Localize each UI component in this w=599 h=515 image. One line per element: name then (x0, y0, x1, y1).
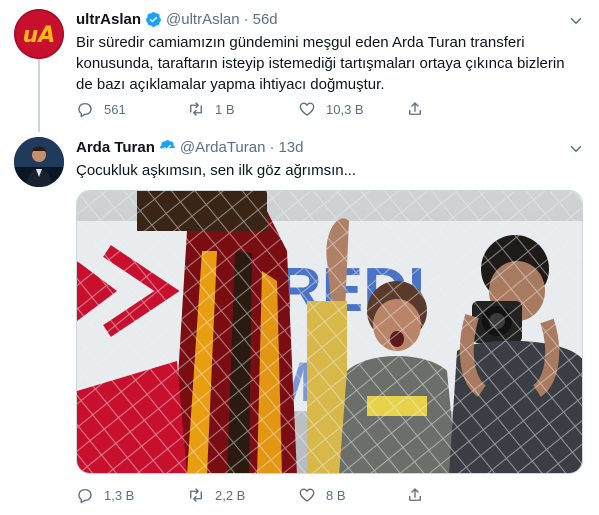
separator-dot: · (269, 139, 275, 156)
retweet-icon (190, 488, 202, 502)
like-button[interactable]: 10,3 B (298, 99, 364, 119)
like-button[interactable]: 8 B (298, 485, 346, 505)
tweet-header: Arda Turan @ArdaTuran · 13d (76, 139, 303, 156)
reply-icon (78, 103, 92, 118)
share-icon (409, 102, 421, 115)
tweet-text: Bir süredir camiamızın gündemini meşgul … (76, 34, 565, 93)
reply-button[interactable]: 1,3 B (76, 485, 134, 505)
retweet-count: 2,2 B (215, 487, 246, 503)
user-handle[interactable]: @ArdaTuran (180, 139, 266, 156)
timestamp[interactable]: 13d (278, 139, 303, 156)
thread-line (38, 58, 40, 132)
share-button[interactable] (406, 485, 434, 505)
verified-badge-icon (159, 139, 176, 156)
user-handle[interactable]: @ultrAslan (166, 11, 240, 28)
like-count: 10,3 B (326, 101, 364, 117)
share-button[interactable] (406, 99, 434, 119)
share-icon (409, 488, 421, 501)
avatar-arda-turan[interactable] (14, 137, 64, 187)
reply-button[interactable]: 561 (76, 99, 126, 119)
caret-down-icon[interactable] (567, 12, 585, 30)
reply-count: 561 (104, 101, 126, 117)
reply-icon (78, 489, 92, 504)
tweet-text: Çocukluk aşkımsın, sen ilk göz ağrımsın.… (76, 162, 357, 179)
like-icon (299, 488, 315, 502)
like-count: 8 B (326, 487, 346, 503)
tweet-actions: 1,3 B 2,2 B 8 B (76, 485, 516, 505)
display-name[interactable]: Arda Turan (76, 139, 155, 156)
like-icon (299, 102, 315, 116)
tweet-ultraslan[interactable]: uA ultrAslan @ultrAslan · 56d Bir süredi… (0, 0, 599, 132)
timestamp[interactable]: 56d (253, 11, 278, 28)
tweet-header: ultrAslan @ultrAslan · 56d (76, 11, 278, 28)
caret-down-icon[interactable] (567, 140, 585, 158)
avatar-ultraslan[interactable]: uA (14, 9, 64, 59)
retweet-icon (190, 102, 202, 116)
svg-text:uA: uA (23, 23, 56, 48)
separator-dot: · (243, 11, 249, 28)
display-name[interactable]: ultrAslan (76, 11, 141, 28)
tweet-actions: 561 1 B 10,3 B (76, 99, 516, 119)
reply-count: 1,3 B (104, 487, 135, 503)
tweet-photo[interactable]: REDI AM (76, 190, 583, 474)
retweet-button[interactable]: 2,2 B (187, 485, 245, 505)
retweet-count: 1 B (215, 101, 235, 117)
verified-badge-icon (145, 11, 162, 28)
retweet-button[interactable]: 1 B (187, 99, 235, 119)
